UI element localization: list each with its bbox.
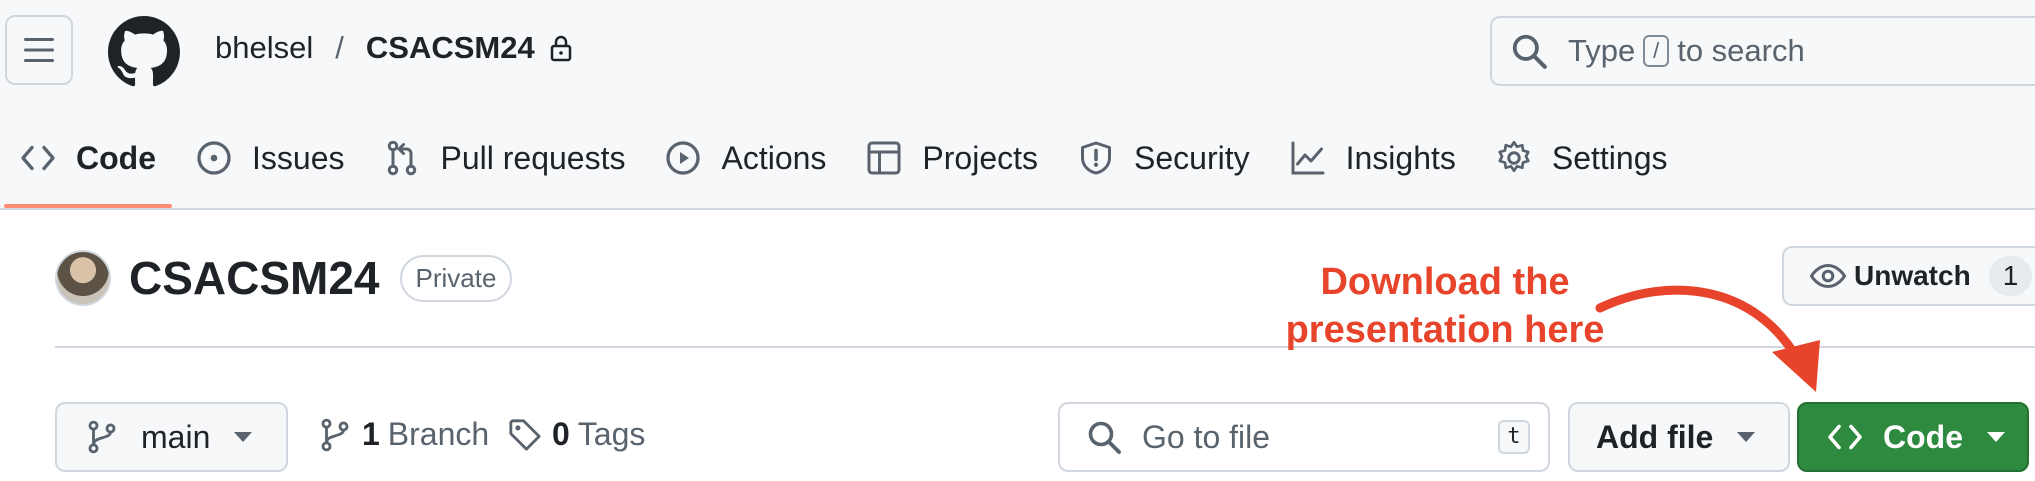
branch-name: main [141, 418, 211, 455]
search-input[interactable]: Type / to search [1490, 16, 2035, 86]
tab-label: Pull requests [440, 139, 626, 176]
search-icon [1512, 34, 1547, 69]
code-icon [1828, 424, 1862, 450]
tab-actions[interactable]: Actions [645, 130, 846, 186]
tab-pull-requests[interactable]: Pull requests [364, 130, 645, 186]
tab-label: Security [1134, 139, 1250, 176]
branch-count-link[interactable]: 1 Branch [318, 416, 489, 453]
add-file-button[interactable]: Add file [1568, 402, 1790, 472]
breadcrumb-owner-link[interactable]: bhelsel [215, 30, 313, 66]
repo-title[interactable]: CSACSM24 [129, 251, 380, 305]
tab-issues[interactable]: Issues [176, 130, 364, 186]
tab-label: Projects [922, 139, 1038, 176]
chevron-down-icon [234, 432, 253, 442]
tab-insights[interactable]: Insights [1270, 130, 1476, 186]
search-placeholder-prefix: Type [1568, 33, 1636, 68]
tag-count-link[interactable]: 0 Tags [508, 416, 645, 453]
search-placeholder-suffix: to search [1677, 33, 1805, 68]
branch-select-button[interactable]: main [55, 402, 288, 472]
github-logo-icon[interactable] [108, 16, 180, 88]
code-button-label: Code [1883, 418, 1963, 455]
tag-count-label: Tags [577, 416, 646, 452]
watch-count: 1 [1988, 256, 2033, 296]
lock-icon [550, 35, 571, 62]
tab-settings[interactable]: Settings [1476, 130, 1688, 186]
add-file-label: Add file [1596, 418, 1714, 455]
tab-label: Code [76, 139, 156, 176]
repo-title-row: CSACSM24 Private [55, 250, 513, 306]
tab-code[interactable]: Code [0, 130, 176, 208]
tab-label: Insights [1345, 139, 1456, 176]
branch-count-label: Branch [387, 416, 490, 452]
tag-icon [509, 418, 541, 451]
branch-icon [88, 420, 116, 454]
go-to-file-input[interactable]: Go to file t [1058, 402, 1550, 472]
breadcrumb-repo-link[interactable]: CSACSM24 [366, 30, 535, 66]
graph-icon [1291, 141, 1325, 175]
gear-icon [1498, 140, 1530, 173]
issue-circle-icon [197, 141, 231, 175]
tab-label: Actions [721, 139, 827, 176]
play-icon [666, 141, 701, 175]
branch-count: 1 [362, 416, 380, 452]
tab-label: Issues [252, 139, 345, 176]
hamburger-menu-button[interactable] [5, 15, 73, 85]
annotation-arrow-icon [1595, 285, 1820, 392]
repo-nav-tabs: Code Issues Pull requests Actions Projec… [0, 130, 1688, 210]
visibility-badge: Private [399, 254, 513, 302]
tag-count: 0 [552, 416, 570, 452]
go-to-file-placeholder: Go to file [1142, 418, 1271, 455]
branch-icon [321, 418, 349, 451]
code-icon [21, 145, 55, 171]
tab-label: Settings [1551, 139, 1668, 176]
tab-security[interactable]: Security [1058, 130, 1270, 186]
avatar[interactable] [55, 250, 111, 306]
pull-request-icon [388, 140, 417, 176]
chevron-down-icon [1737, 432, 1756, 442]
table-icon [867, 141, 901, 175]
menu-icon [24, 38, 54, 62]
search-icon [1088, 421, 1121, 454]
unwatch-label: Unwatch [1854, 260, 1971, 291]
breadcrumb: bhelsel / CSACSM24 [215, 30, 573, 66]
chevron-down-icon [1987, 432, 2005, 442]
tab-projects[interactable]: Projects [846, 130, 1058, 186]
breadcrumb-separator: / [335, 30, 344, 65]
search-shortcut-key: / [1643, 35, 1670, 67]
code-download-button[interactable]: Code [1797, 402, 2029, 472]
go-to-file-shortcut-key: t [1498, 420, 1530, 454]
shield-icon [1081, 141, 1111, 175]
